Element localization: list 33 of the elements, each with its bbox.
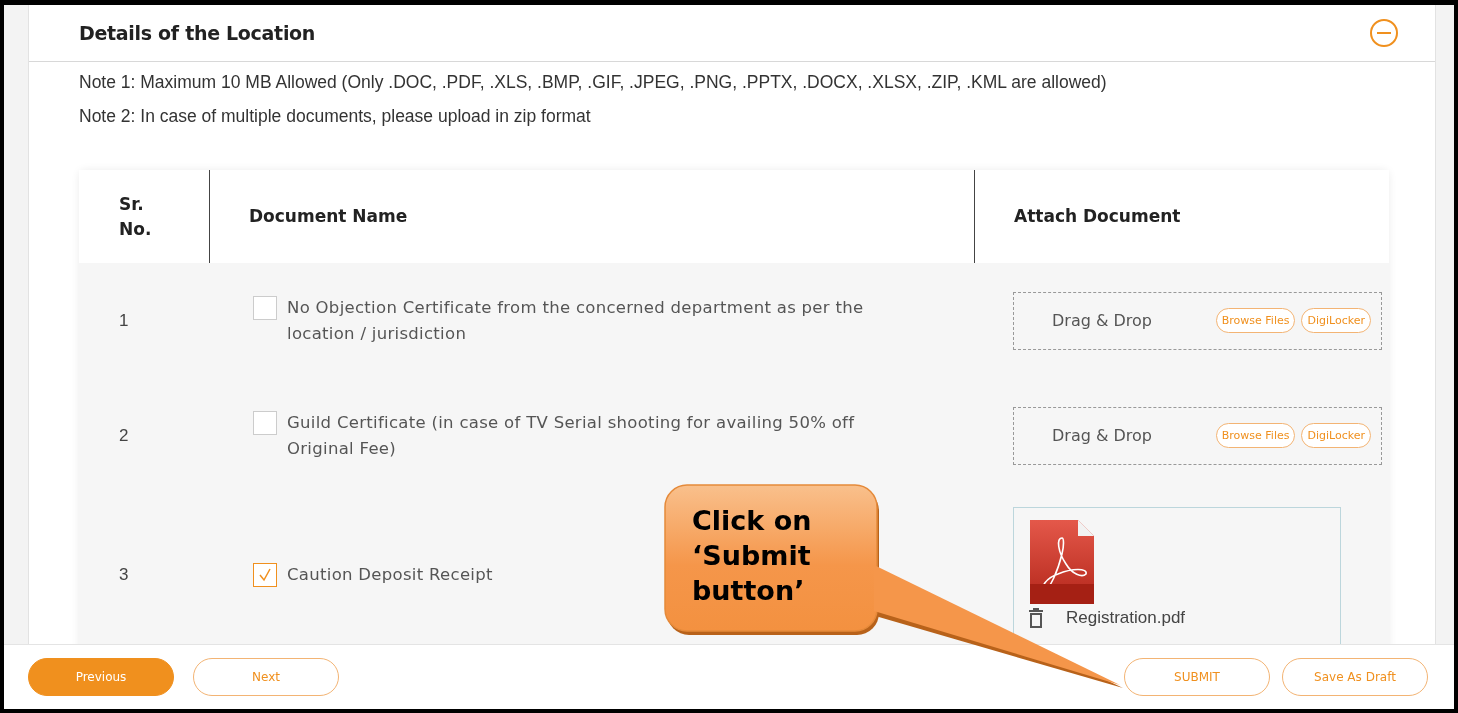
document-name: Caution Deposit Receipt	[287, 564, 493, 586]
checkbox[interactable]	[253, 563, 277, 587]
note-text: Note 2: In case of multiple documents, please upload in zip format	[79, 106, 592, 127]
note-text: Note 1: Maximum 10 MB Allowed (Only .DOC, .PDF, .XLS, .BMP, .GIF, .JPEG, .PNG, .PPTX, .DOCX, .XLSX, .ZIP, .KML are allowed)	[79, 72, 1108, 93]
upload-option-button[interactable]: DigiLocker	[1301, 308, 1371, 333]
serial-number: 3	[118, 565, 129, 585]
upload-option-button[interactable]: DigiLocker	[1301, 423, 1371, 448]
nav-button[interactable]: Previous	[28, 658, 174, 696]
action-button[interactable]: Save As Draft	[1282, 658, 1428, 696]
checkbox[interactable]	[253, 410, 277, 435]
document-name: Guild Certificate (in case of TV Serial shooting for availing 50% off Original Fee)	[287, 411, 856, 460]
nav-button[interactable]: Next	[193, 658, 339, 696]
drop-label: Drag & Drop	[1052, 426, 1152, 445]
document-name: No Objection Certificate from the concerned department as per the location / jurisdiction	[287, 296, 865, 345]
pdf-file-icon	[1028, 518, 1096, 606]
upload-option-button[interactable]: Browse Files	[1215, 423, 1296, 448]
drop-label: Drag & Drop	[1052, 311, 1152, 330]
column-header: Attach Document	[1014, 205, 1181, 228]
drop-zone[interactable]: Drag & Drop Browse Files DigiLocker	[1013, 291, 1382, 350]
trash-icon[interactable]	[1028, 608, 1044, 628]
checkmark-icon	[258, 568, 272, 582]
column-header: Sr. No.	[119, 192, 153, 241]
file-name: Registration.pdf	[1066, 608, 1186, 628]
column-header: Document Name	[249, 205, 408, 228]
checkbox[interactable]	[253, 295, 277, 320]
upload-option-button[interactable]: Browse Files	[1215, 308, 1296, 333]
drop-zone[interactable]: Drag & Drop Browse Files DigiLocker	[1013, 406, 1382, 465]
section-title: Details of the Location	[79, 22, 316, 44]
serial-number: 1	[118, 310, 129, 331]
serial-number: 2	[118, 425, 129, 446]
collapse-icon[interactable]	[1369, 18, 1399, 48]
action-button[interactable]: SUBMIT	[1124, 658, 1270, 696]
callout-text: Click on ‘Submit button’	[692, 504, 813, 608]
